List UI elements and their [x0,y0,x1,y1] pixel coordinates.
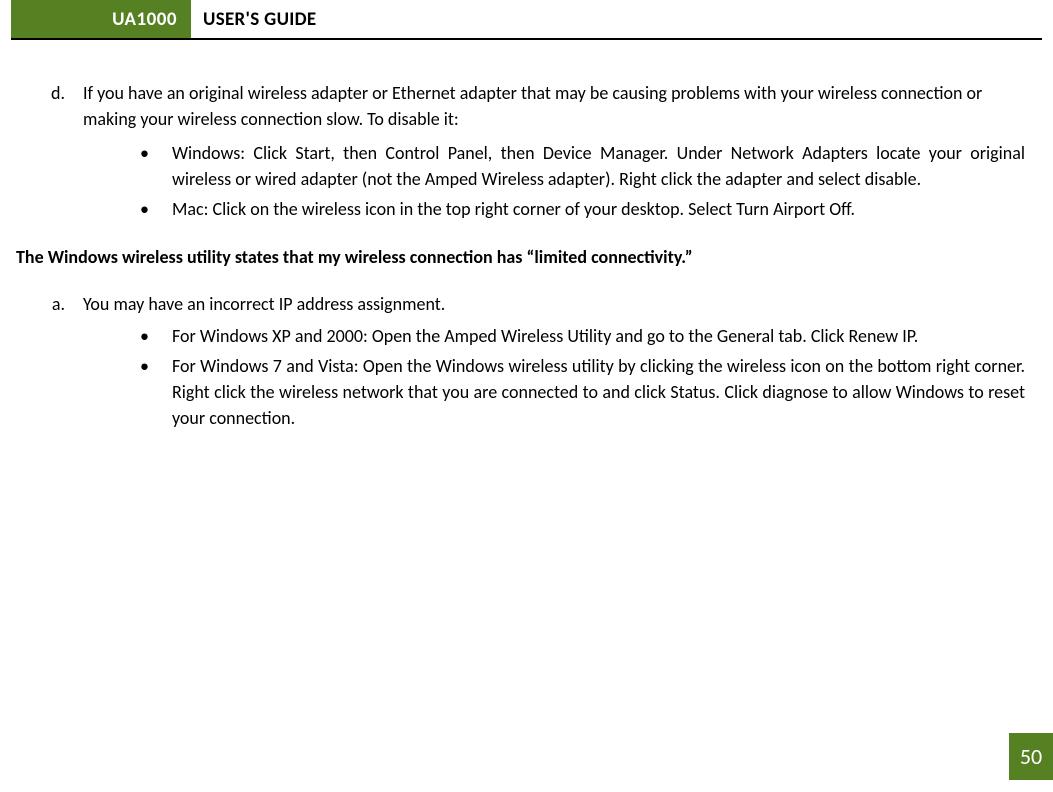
sublist-a: • For Windows XP and 2000: Open the Ampe… [132,323,1025,431]
sublist-item: • For Windows 7 and Vista: Open the Wind… [132,353,1025,431]
list-marker: d. [41,80,83,132]
header-title: USER'S GUIDE [191,0,316,38]
page-content: d. If you have an original wireless adap… [0,40,1053,431]
sublist-item-text: For Windows 7 and Vista: Open the Window… [172,353,1025,431]
sublist-item: • For Windows XP and 2000: Open the Ampe… [132,323,1025,349]
bullet-icon: • [132,353,172,431]
sublist-item-text: For Windows XP and 2000: Open the Amped … [172,323,1025,349]
list-item-text: You may have an incorrect IP address ass… [83,291,1037,317]
header-badge: UA1000 [11,0,191,38]
bullet-icon: • [132,140,172,192]
list-marker: a. [41,291,83,317]
sublist-d: • Windows: Click Start, then Control Pan… [132,140,1025,222]
list-item-d: d. If you have an original wireless adap… [16,80,1037,132]
sublist-item: • Mac: Click on the wireless icon in the… [132,196,1025,222]
section-heading: The Windows wireless utility states that… [16,244,1037,270]
list-item-a: a. You may have an incorrect IP address … [16,291,1037,317]
page-header: UA1000 USER'S GUIDE [11,0,1042,40]
sublist-item-text: Windows: Click Start, then Control Panel… [172,140,1025,192]
list-item-text: If you have an original wireless adapter… [83,80,1037,132]
page-number: 50 [1009,733,1053,780]
bullet-icon: • [132,323,172,349]
sublist-item-text: Mac: Click on the wireless icon in the t… [172,196,1025,222]
sublist-item: • Windows: Click Start, then Control Pan… [132,140,1025,192]
bullet-icon: • [132,196,172,222]
